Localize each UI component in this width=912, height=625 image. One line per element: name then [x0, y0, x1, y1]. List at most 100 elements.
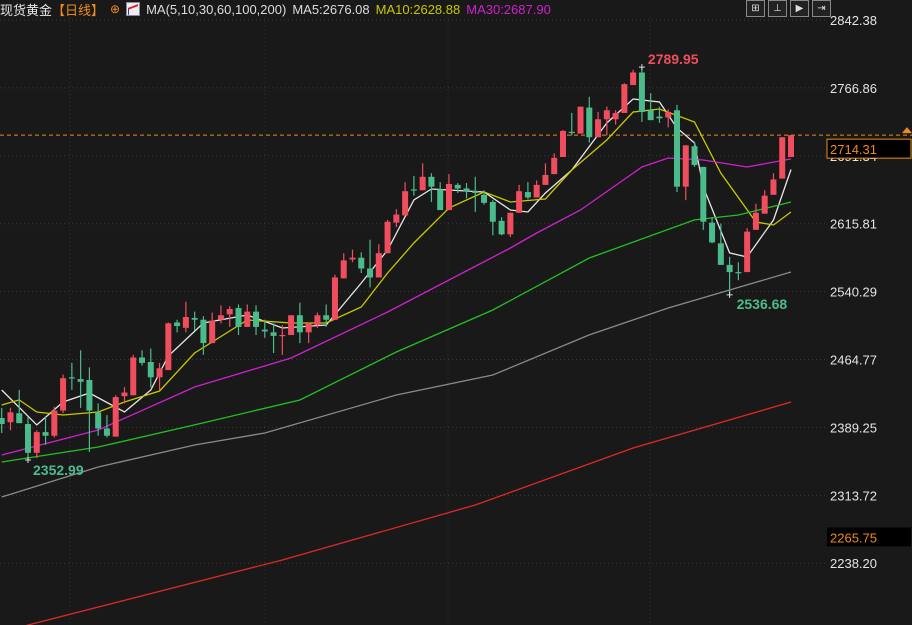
- candle: [165, 322, 172, 371]
- ma5-value: MA5:2676.08: [292, 1, 370, 17]
- candle-body: [621, 84, 628, 113]
- candle-body: [761, 195, 768, 214]
- candle: [516, 184, 523, 213]
- candle-body: [524, 192, 531, 198]
- candle-body: [726, 264, 733, 273]
- candle: [586, 96, 593, 143]
- candle: [244, 304, 251, 327]
- candle: [568, 112, 575, 136]
- candle: [428, 173, 435, 202]
- candle: [51, 406, 58, 438]
- candle-body: [507, 212, 514, 235]
- candle-body: [191, 317, 198, 320]
- candle: [437, 182, 444, 211]
- candle-body: [340, 260, 347, 279]
- candle-body: [33, 432, 40, 453]
- left_min_annotation-label: 2352.99: [33, 462, 84, 478]
- candle: [419, 163, 426, 191]
- y-tick-label: 2238.20: [830, 556, 877, 571]
- candle-body: [314, 315, 321, 326]
- last-price-label: 2714.31: [830, 142, 877, 157]
- candle-body: [384, 221, 391, 254]
- candle-body: [779, 137, 786, 179]
- candle-body: [200, 319, 207, 344]
- candle-body: [270, 332, 277, 336]
- export-icon[interactable]: ⇥: [812, 0, 831, 17]
- candle: [445, 174, 452, 211]
- candle: [130, 354, 137, 396]
- candle: [209, 312, 216, 344]
- candle: [788, 135, 794, 158]
- candle: [270, 323, 277, 354]
- candle-body: [788, 135, 794, 158]
- candle-body: [147, 361, 154, 378]
- candle-body: [630, 72, 637, 86]
- candle: [533, 180, 540, 198]
- candle: [410, 175, 417, 196]
- period-selector[interactable]: 【日线】: [52, 0, 104, 19]
- candle-body: [770, 179, 777, 195]
- candle-body: [156, 368, 163, 378]
- candle: [673, 104, 680, 193]
- candle: [375, 244, 382, 278]
- ma-indicator-icon[interactable]: [126, 2, 141, 16]
- candle-body: [419, 176, 426, 191]
- candle: [147, 348, 154, 388]
- candle-body: [603, 110, 610, 120]
- candle-body: [595, 119, 602, 138]
- candle-body: [217, 315, 224, 320]
- ma200-line: [25, 401, 792, 625]
- candle-body: [542, 174, 549, 185]
- candle-body: [349, 257, 356, 260]
- ma100-line: [1, 271, 792, 498]
- candle-body: [577, 106, 584, 134]
- candle-body: [682, 145, 689, 187]
- candle: [296, 302, 303, 344]
- candle: [630, 69, 637, 86]
- candle-body: [498, 220, 505, 235]
- extreme-marker-icon: [726, 291, 733, 298]
- candle: [42, 416, 49, 445]
- candle-body: [717, 243, 724, 265]
- y-tick-label: 2464.77: [830, 353, 877, 368]
- candle-body: [331, 277, 338, 320]
- ma10-line: [1, 108, 792, 416]
- candle-body: [209, 320, 216, 344]
- candle-body: [305, 323, 312, 333]
- candle: [454, 183, 461, 193]
- candle-body: [16, 413, 23, 424]
- candle-body: [60, 378, 67, 411]
- candle-body: [700, 166, 707, 222]
- candle-body: [0, 418, 5, 425]
- candle: [577, 106, 584, 134]
- candle: [717, 223, 724, 265]
- candle: [358, 252, 365, 273]
- y-tick-label: 2313.72: [830, 488, 877, 503]
- candle: [691, 141, 698, 167]
- candle: [226, 306, 233, 327]
- candle-body: [68, 377, 75, 379]
- candle-body: [410, 189, 417, 191]
- crosshair-icon[interactable]: ⊞: [746, 0, 765, 17]
- candle: [139, 350, 146, 366]
- candle-body: [103, 428, 110, 436]
- candle-body: [51, 410, 58, 436]
- candle: [682, 145, 689, 201]
- candle: [367, 239, 374, 288]
- ma10-value: MA10:2628.88: [375, 1, 461, 17]
- grid: [0, 18, 912, 625]
- play-icon[interactable]: ▶: [790, 0, 809, 17]
- candle: [86, 367, 93, 452]
- candle-body: [375, 253, 382, 278]
- ma-settings-label[interactable]: MA(5,10,30,60,100,200): [146, 2, 286, 17]
- zoom-in-icon[interactable]: ⊥: [768, 0, 787, 17]
- candle-body: [463, 188, 470, 192]
- settings-circle-icon[interactable]: ⊕: [110, 2, 120, 16]
- candle: [744, 228, 751, 273]
- candle: [735, 262, 742, 281]
- candle: [709, 217, 716, 244]
- ma5-line: [1, 98, 792, 426]
- low-marker-label: 2265.75: [830, 530, 877, 545]
- ma60-line: [1, 201, 792, 463]
- candle: [498, 217, 505, 236]
